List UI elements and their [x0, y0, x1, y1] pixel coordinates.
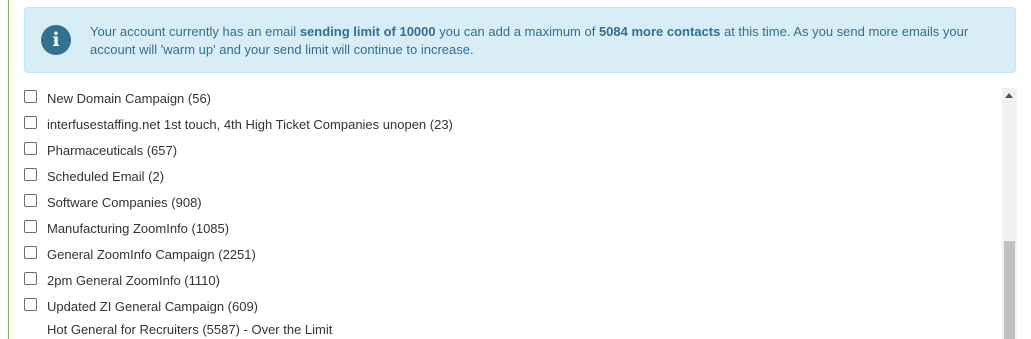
list-checkbox[interactable] — [24, 272, 37, 285]
list-item-label[interactable]: New Domain Campaign (56) — [47, 91, 211, 106]
contact-list-options: New Domain Campaign (56) interfusestaffi… — [24, 85, 1002, 339]
list-checkbox[interactable] — [24, 298, 37, 311]
list-checkbox[interactable] — [24, 246, 37, 259]
list-item-label[interactable]: 2pm General ZoomInfo (1110) — [47, 273, 220, 288]
list-item-label[interactable]: Manufacturing ZoomInfo (1085) — [47, 221, 229, 236]
sending-limit-alert: i Your account currently has an email se… — [24, 7, 1016, 73]
over-limit-list-item: Hot General for Recruiters (5587) - Over… — [24, 316, 984, 339]
list-item-label[interactable]: Updated ZI General Campaign (609) — [47, 299, 258, 314]
list-item-label[interactable]: Software Companies (908) — [47, 195, 202, 210]
list-checkbox[interactable] — [24, 142, 37, 155]
list-item[interactable]: Pharmaceuticals (657) — [24, 137, 984, 163]
sending-limit-message: Your account currently has an email send… — [90, 23, 1000, 59]
over-limit-label: Hot General for Recruiters (5587) - Over… — [47, 322, 333, 337]
list-item[interactable]: 2pm General ZoomInfo (1110) — [24, 267, 984, 293]
list-item[interactable]: New Domain Campaign (56) — [24, 85, 984, 111]
contacts-remaining-value: 5084 more contacts — [598, 24, 721, 39]
list-item[interactable]: General ZoomInfo Campaign (2251) — [24, 241, 984, 267]
sending-limit-value: sending limit of 10000 — [299, 24, 436, 39]
scrollbar-thumb[interactable] — [1004, 241, 1015, 339]
list-checkbox[interactable] — [24, 116, 37, 129]
list-item-label[interactable]: interfusestaffing.net 1st touch, 4th Hig… — [47, 117, 453, 132]
list-item[interactable]: interfusestaffing.net 1st touch, 4th Hig… — [24, 111, 984, 137]
scroll-up-arrow-icon[interactable] — [1005, 93, 1013, 98]
list-item-label[interactable]: General ZoomInfo Campaign (2251) — [47, 247, 256, 262]
list-checkbox[interactable] — [24, 194, 37, 207]
list-item-label[interactable]: Pharmaceuticals (657) — [47, 143, 177, 158]
info-icon: i — [41, 25, 71, 55]
panel-border — [8, 0, 9, 339]
list-checkbox[interactable] — [24, 90, 37, 103]
list-checkbox[interactable] — [24, 220, 37, 233]
list-item[interactable]: Software Companies (908) — [24, 189, 984, 215]
list-item[interactable]: Scheduled Email (2) — [24, 163, 984, 189]
contact-lists-panel: i Your account currently has an email se… — [0, 0, 1031, 339]
alert-text-part: Your account currently has an email — [90, 24, 300, 39]
list-item-label[interactable]: Scheduled Email (2) — [47, 169, 164, 184]
list-item[interactable]: Manufacturing ZoomInfo (1085) — [24, 215, 984, 241]
list-scrollbar[interactable] — [1002, 88, 1017, 339]
list-checkbox[interactable] — [24, 168, 37, 181]
alert-text-part: you can add a maximum of — [435, 24, 599, 39]
